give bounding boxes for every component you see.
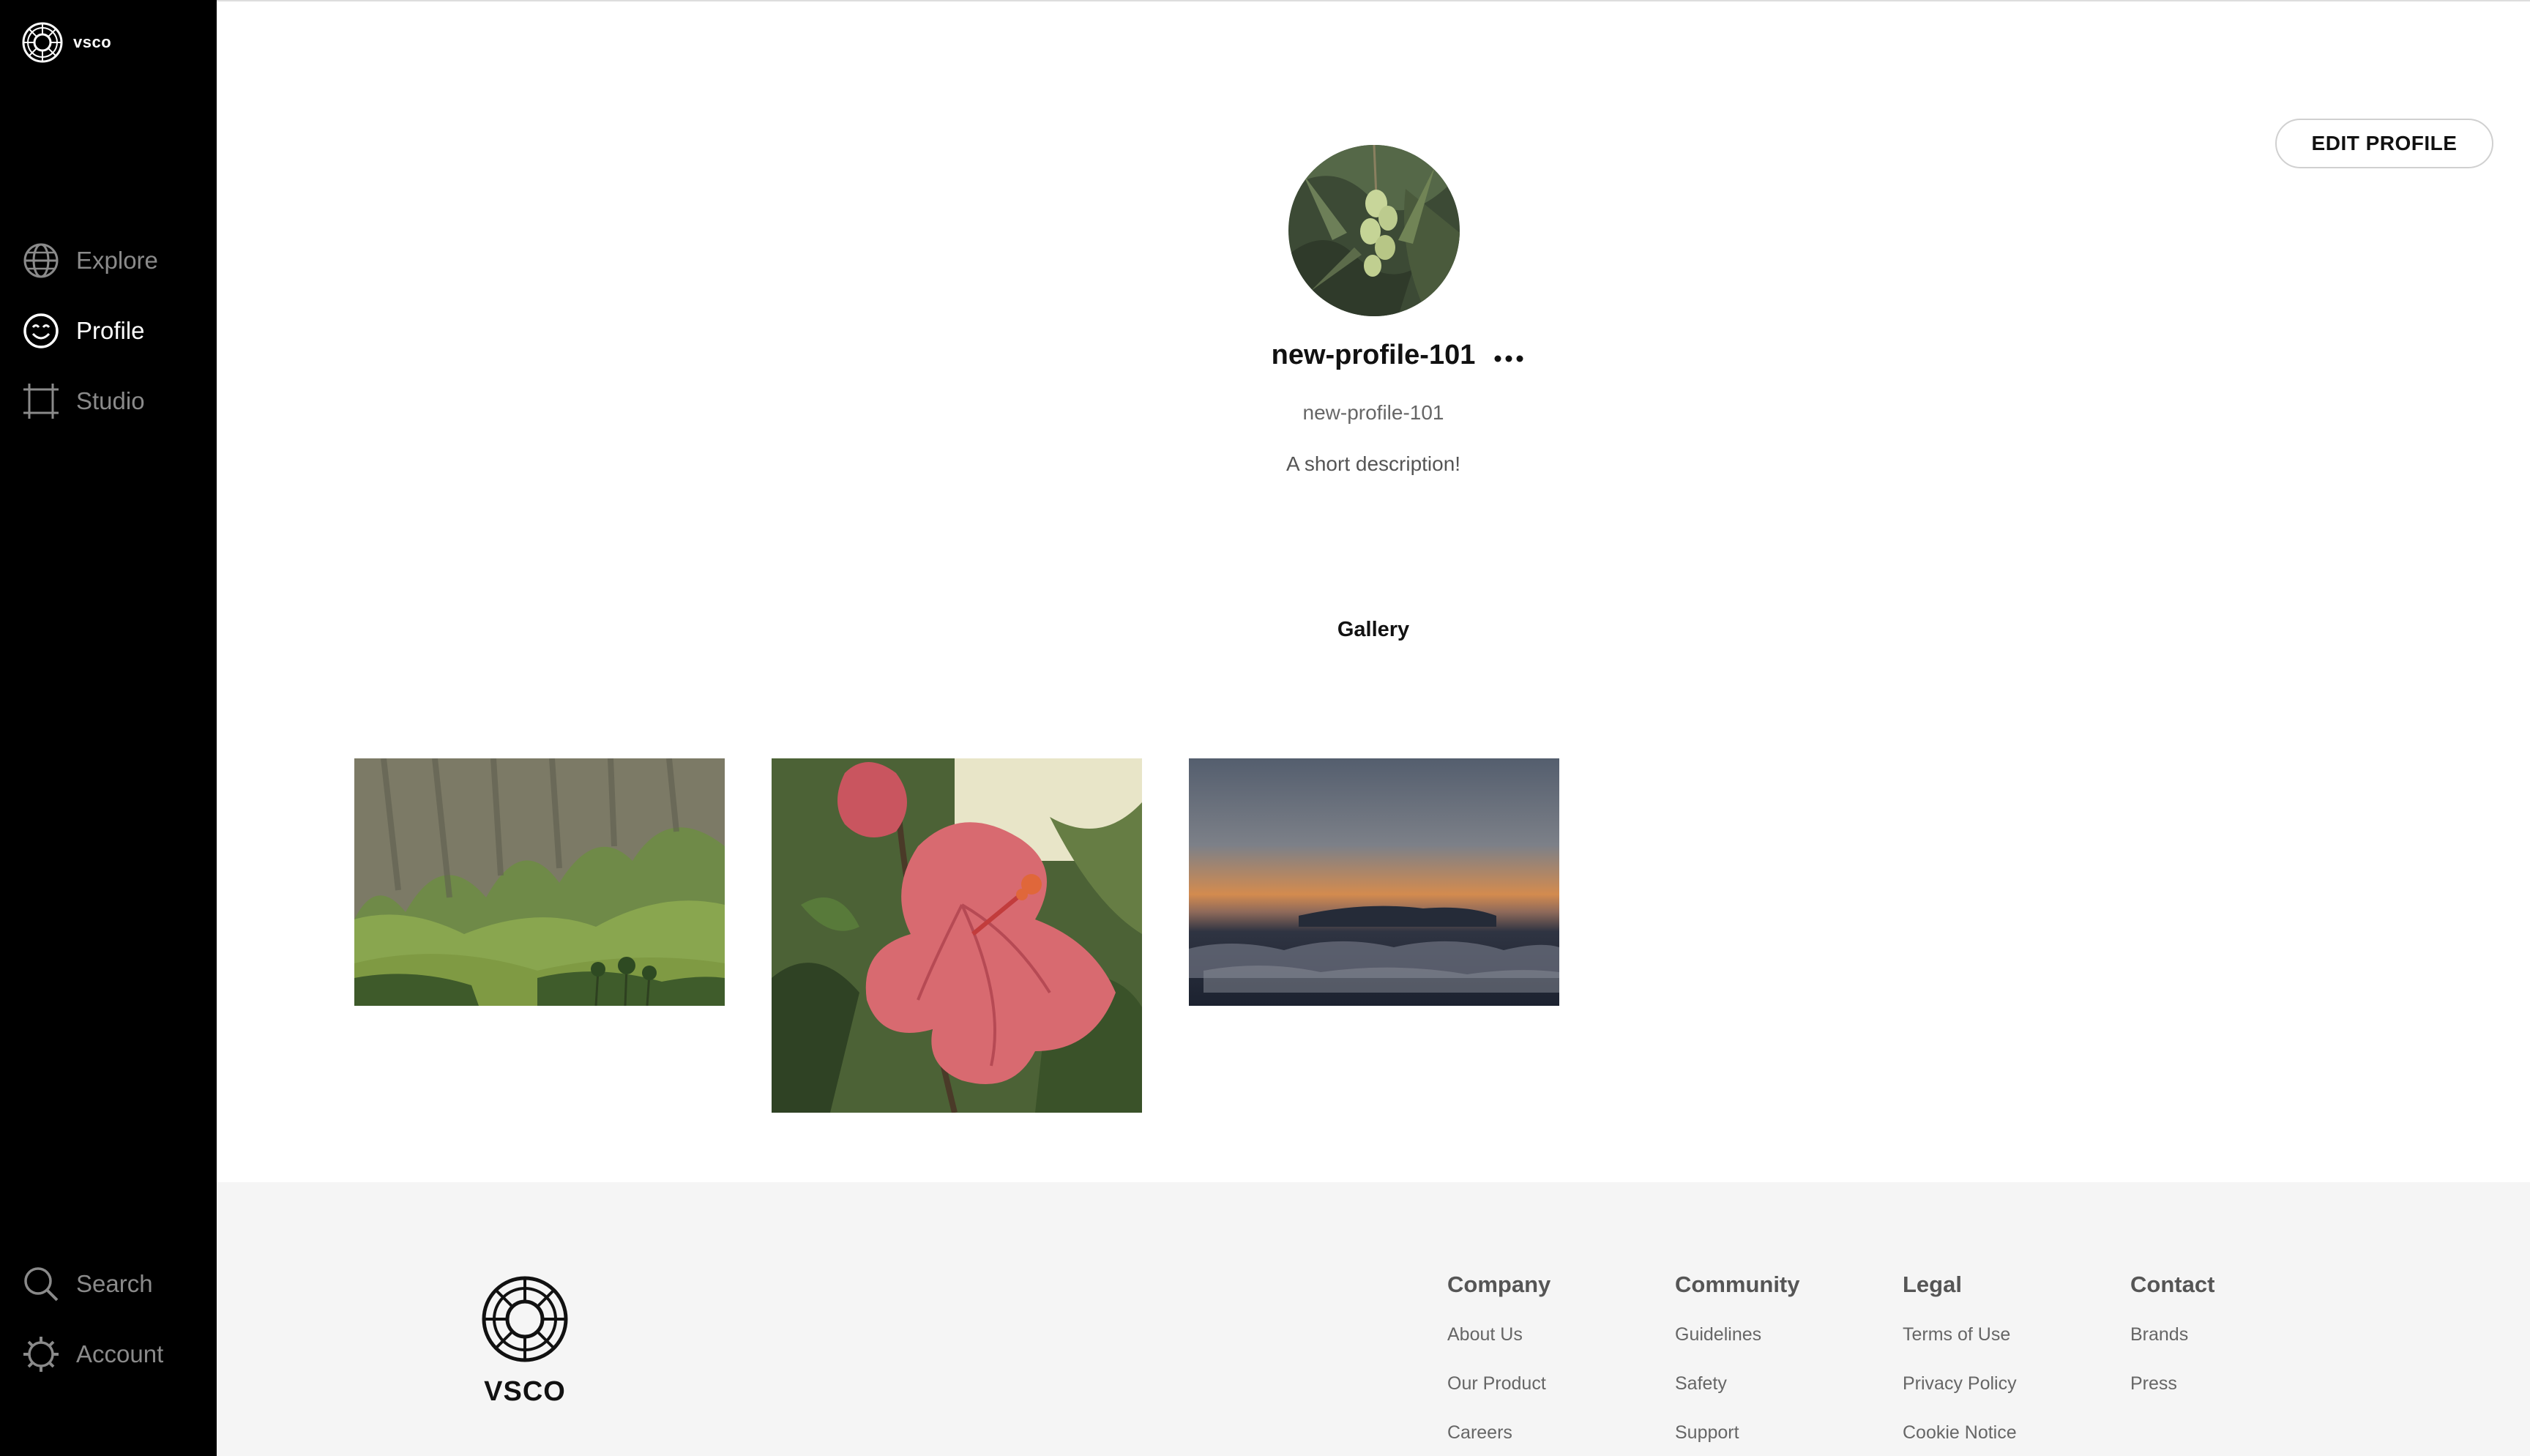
logo-text: vsco xyxy=(73,33,112,51)
footer-link-guidelines[interactable]: Guidelines xyxy=(1675,1324,1800,1345)
footer-logo[interactable]: VSCO xyxy=(482,1276,568,1408)
sidebar-item-account[interactable]: Account xyxy=(22,1335,163,1373)
vsco-logo[interactable]: vsco xyxy=(22,22,111,63)
footer-col-contact: Contact Brands Press xyxy=(2130,1272,2214,1422)
footer-link-about-us[interactable]: About Us xyxy=(1447,1324,1551,1345)
sidebar-item-studio[interactable]: Studio xyxy=(22,382,145,420)
search-icon xyxy=(24,1267,59,1302)
vsco-logo-icon xyxy=(482,1276,568,1362)
footer-link-terms[interactable]: Terms of Use xyxy=(1903,1324,2017,1345)
profile-main: EDIT PROFILE new-profile-101 new-profile… xyxy=(217,0,2530,1182)
footer-link-brands[interactable]: Brands xyxy=(2130,1324,2214,1345)
profile-display-name: new-profile-101 xyxy=(1271,340,1476,370)
footer-col-community: Community Guidelines Safety Support xyxy=(1675,1272,1800,1456)
footer-col-title: Company xyxy=(1447,1272,1551,1297)
footer-link-our-product[interactable]: Our Product xyxy=(1447,1373,1551,1395)
footer-col-title: Contact xyxy=(2130,1272,2215,1297)
sidebar: vsco Explore Profile Studio Search Accou… xyxy=(0,0,217,1456)
edit-profile-button[interactable]: EDIT PROFILE xyxy=(2275,119,2493,168)
vsco-logo-icon xyxy=(22,22,63,63)
sidebar-item-label: Account xyxy=(76,1340,164,1367)
gallery-photo[interactable] xyxy=(772,758,1142,1113)
gallery-photo[interactable] xyxy=(354,758,725,1006)
sidebar-item-profile[interactable]: Profile xyxy=(22,312,145,350)
profile-handle: new-profile-101 xyxy=(1302,401,1444,424)
sidebar-item-search[interactable]: Search xyxy=(22,1265,153,1303)
footer: VSCO Company About Us Our Product Career… xyxy=(217,1182,2530,1456)
footer-link-safety[interactable]: Safety xyxy=(1675,1373,1800,1395)
avatar[interactable] xyxy=(1288,145,1460,316)
footer-col-company: Company About Us Our Product Careers xyxy=(1447,1272,1551,1456)
gallery-photo[interactable] xyxy=(1189,758,1559,1006)
profile-name-row: new-profile-101 xyxy=(217,340,2530,371)
footer-col-legal: Legal Terms of Use Privacy Policy Cookie… xyxy=(1903,1272,2017,1456)
footer-col-title: Legal xyxy=(1903,1272,1962,1297)
crop-icon xyxy=(23,384,59,419)
footer-link-careers[interactable]: Careers xyxy=(1447,1422,1551,1444)
smile-icon xyxy=(23,313,59,348)
footer-wordmark: VSCO xyxy=(484,1376,566,1407)
footer-link-privacy[interactable]: Privacy Policy xyxy=(1903,1373,2017,1395)
sidebar-item-label: Studio xyxy=(76,387,145,414)
footer-link-cookie[interactable]: Cookie Notice xyxy=(1903,1422,2017,1444)
footer-link-support[interactable]: Support xyxy=(1675,1422,1800,1444)
gear-icon xyxy=(23,1337,59,1372)
ellipsis-icon[interactable] xyxy=(1492,344,1526,373)
tab-gallery[interactable]: Gallery xyxy=(217,618,2530,642)
sidebar-item-explore[interactable]: Explore xyxy=(22,242,158,280)
sidebar-item-label: Search xyxy=(76,1270,153,1297)
globe-icon xyxy=(23,243,59,278)
sidebar-item-label: Profile xyxy=(76,317,145,344)
sidebar-item-label: Explore xyxy=(76,247,158,274)
footer-col-title: Community xyxy=(1675,1272,1800,1297)
footer-link-press[interactable]: Press xyxy=(2130,1373,2214,1395)
profile-description: A short description! xyxy=(1285,452,1461,475)
